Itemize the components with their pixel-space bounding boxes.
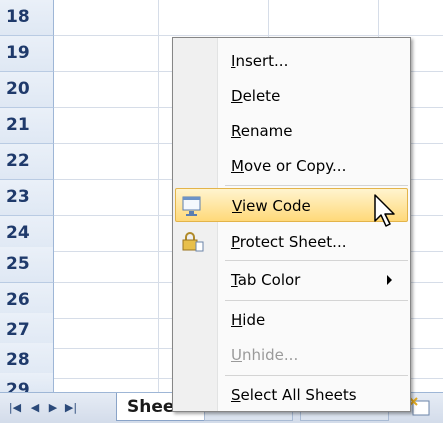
menu-item-hide[interactable]: Hide xyxy=(175,303,408,337)
row-header[interactable]: 19 xyxy=(0,36,54,72)
menu-item-delete[interactable]: Delete xyxy=(175,79,408,113)
insert-worksheet-icon[interactable] xyxy=(408,396,434,418)
menu-item-protect-sheet[interactable]: Protect Sheet... xyxy=(175,225,408,259)
row-header[interactable]: 22 xyxy=(0,144,54,180)
grid-row[interactable] xyxy=(54,0,443,36)
menu-item-label: Insert... xyxy=(231,52,289,70)
menu-item-label: View Code xyxy=(232,197,311,215)
mouse-pointer-icon xyxy=(374,194,395,227)
row-header[interactable]: 25 xyxy=(0,247,54,283)
menu-item-move-or-copy[interactable]: Move or Copy... xyxy=(175,149,408,183)
menu-separator xyxy=(225,375,408,376)
menu-item-rename[interactable]: Rename xyxy=(175,114,408,148)
menu-item-tab-color[interactable]: Tab Color xyxy=(175,263,408,297)
menu-item-label: Delete xyxy=(231,87,281,105)
view-code-icon xyxy=(182,196,201,216)
last-sheet-button[interactable]: ▶| xyxy=(62,400,80,416)
prev-sheet-button[interactable]: ◀ xyxy=(26,400,44,416)
protect-sheet-icon xyxy=(182,232,204,252)
next-sheet-button[interactable]: ▶ xyxy=(44,400,62,416)
row-header[interactable]: 18 xyxy=(0,0,54,36)
menu-item-label: Tab Color xyxy=(231,271,301,289)
menu-item-insert[interactable]: Insert... xyxy=(175,44,408,78)
row-header[interactable]: 29 xyxy=(0,373,54,393)
menu-item-unhide: Unhide... xyxy=(175,338,408,372)
row-header[interactable]: 21 xyxy=(0,108,54,144)
menu-item-label: Hide xyxy=(231,311,266,329)
submenu-arrow-icon xyxy=(387,275,392,285)
menu-item-select-all-sheets[interactable]: Select All Sheets xyxy=(175,378,408,412)
menu-separator xyxy=(225,260,408,261)
menu-item-label: Rename xyxy=(231,122,293,140)
menu-separator xyxy=(225,300,408,301)
menu-separator xyxy=(225,185,408,186)
menu-item-label: Move or Copy... xyxy=(231,157,347,175)
first-sheet-button[interactable]: |◀ xyxy=(6,400,24,416)
menu-item-label: Select All Sheets xyxy=(231,386,357,404)
menu-item-label: Protect Sheet... xyxy=(231,233,347,251)
column-gridline xyxy=(158,0,159,392)
menu-item-label: Unhide... xyxy=(231,346,299,364)
row-header[interactable]: 23 xyxy=(0,180,54,216)
row-header[interactable]: 20 xyxy=(0,72,54,108)
